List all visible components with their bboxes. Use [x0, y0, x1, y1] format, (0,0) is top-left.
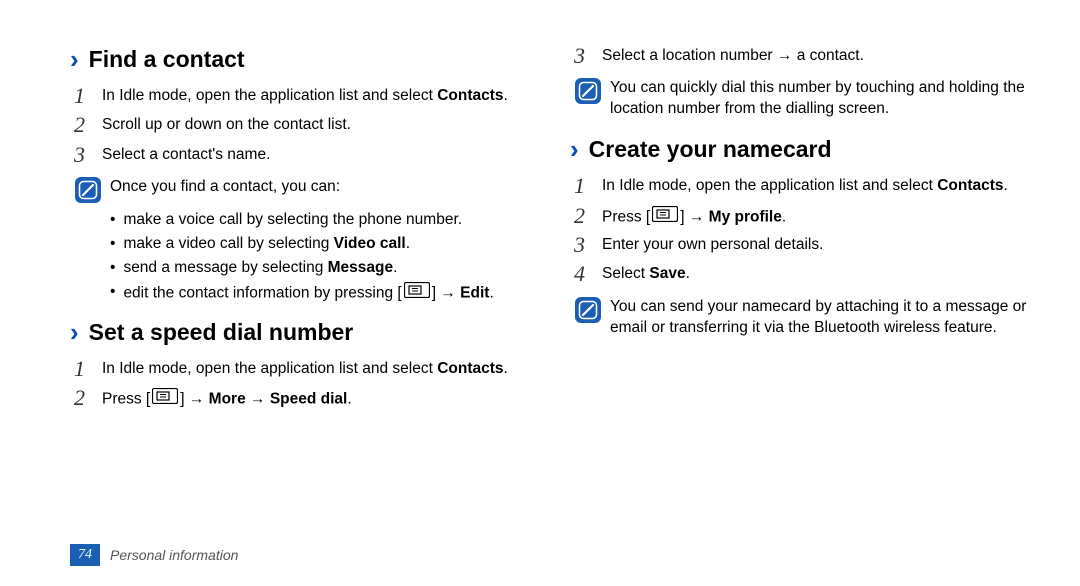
step-number: 3 [574, 43, 602, 69]
note-block: You can send your namecard by attaching … [574, 294, 1030, 339]
menu-key-icon [404, 282, 430, 305]
step-number: 1 [74, 83, 102, 109]
step: 2 Press [] → My profile. [574, 203, 1030, 229]
step-text: Press [] → My profile. [602, 203, 786, 229]
step-text: Enter your own personal details. [602, 232, 823, 256]
step-number: 2 [574, 203, 602, 229]
chevron-icon: › [70, 44, 79, 75]
step-text: Select Save. [602, 261, 690, 285]
step-text: Press [] → More → Speed dial. [102, 385, 352, 411]
section-find-contact: › Find a contact [70, 44, 530, 75]
step-number: 4 [574, 261, 602, 287]
step-number: 1 [74, 356, 102, 382]
step-number: 3 [74, 142, 102, 168]
step-text: In Idle mode, open the application list … [602, 173, 1008, 197]
step-number: 3 [574, 232, 602, 258]
section-title: Set a speed dial number [89, 319, 354, 346]
footer-text: Personal information [110, 547, 238, 563]
page-number: 74 [70, 544, 100, 566]
bullet-item: edit the contact information by pressing… [110, 282, 530, 305]
step: 1 In Idle mode, open the application lis… [74, 83, 530, 109]
step-number: 1 [574, 173, 602, 199]
step-number: 2 [74, 112, 102, 138]
section-speed-dial: › Set a speed dial number [70, 317, 530, 348]
page-footer: 74 Personal information [70, 544, 238, 566]
bullet-item: send a message by selecting Message. [110, 258, 530, 279]
note-text: You can send your namecard by attaching … [610, 294, 1030, 339]
note-icon [574, 296, 602, 324]
step-text: In Idle mode, open the application list … [102, 83, 508, 107]
section-title: Find a contact [89, 46, 245, 73]
note-icon [74, 176, 102, 204]
left-column: › Find a contact 1 In Idle mode, open th… [70, 40, 530, 415]
section-namecard: › Create your namecard [570, 134, 1030, 165]
step-text: In Idle mode, open the application list … [102, 356, 508, 380]
bullet-item: make a video call by selecting Video cal… [110, 234, 530, 255]
step: 3 Enter your own personal details. [574, 232, 1030, 258]
step-text: Scroll up or down on the contact list. [102, 112, 351, 136]
step-text: Select a contact's name. [102, 142, 270, 166]
step-text: Select a location number → a contact. [602, 43, 864, 67]
step: 3 Select a contact's name. [74, 142, 530, 168]
chevron-icon: › [570, 134, 579, 165]
note-text: You can quickly dial this number by touc… [610, 75, 1030, 120]
step: 2 Scroll up or down on the contact list. [74, 112, 530, 138]
step: 4 Select Save. [574, 261, 1030, 287]
right-column: 3 Select a location number → a contact. … [570, 40, 1030, 415]
step: 1 In Idle mode, open the application lis… [574, 173, 1030, 199]
note-text: Once you find a contact, you can: [110, 174, 340, 198]
section-title: Create your namecard [589, 136, 832, 163]
step-number: 2 [74, 385, 102, 411]
note-icon [574, 77, 602, 105]
note-block: Once you find a contact, you can: [74, 174, 530, 204]
step: 1 In Idle mode, open the application lis… [74, 356, 530, 382]
menu-key-icon [152, 388, 178, 411]
note-block: You can quickly dial this number by touc… [574, 75, 1030, 120]
menu-key-icon [652, 206, 678, 229]
bullet-item: make a voice call by selecting the phone… [110, 210, 530, 231]
chevron-icon: › [70, 317, 79, 348]
bullet-list: make a voice call by selecting the phone… [110, 210, 530, 305]
step: 2 Press [] → More → Speed dial. [74, 385, 530, 411]
step: 3 Select a location number → a contact. [574, 43, 1030, 69]
